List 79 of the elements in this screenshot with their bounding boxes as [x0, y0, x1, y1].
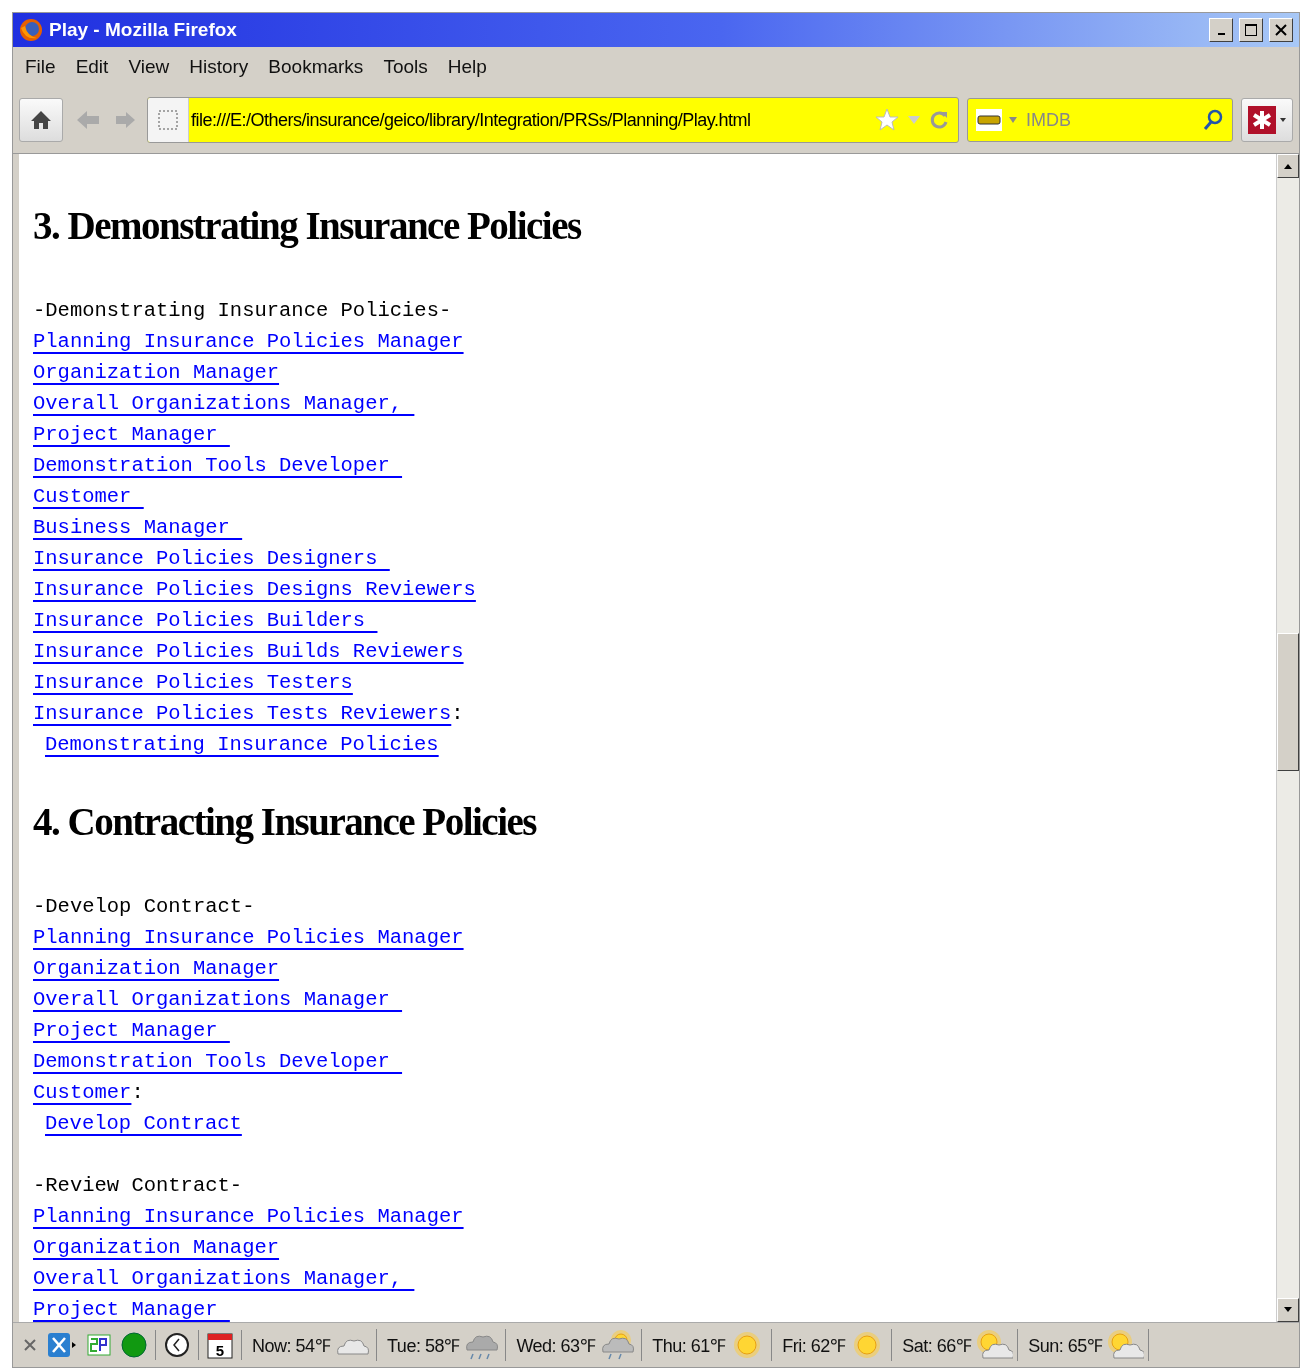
role-link[interactable]: Overall Organizations Manager, [33, 388, 415, 419]
action-link[interactable]: Develop Contract [45, 1108, 242, 1139]
group-title: -Demonstrating Insurance Policies- [33, 298, 452, 324]
role-link[interactable]: Organization Manager [33, 357, 280, 388]
dropdown-arrow-icon[interactable] [1008, 116, 1018, 124]
star-icon[interactable] [874, 107, 900, 133]
menu-item[interactable]: Bookmarks [260, 52, 372, 82]
maximize-button[interactable] [1239, 18, 1263, 42]
address-input[interactable]: file:///E:/Others/insurance/geico/library/Integration/PRSs/Planning/Play.html [189, 98, 874, 142]
role-link[interactable]: Project Manager [33, 1294, 230, 1322]
asterisk-logo-icon [1248, 106, 1276, 134]
colon-text: : [131, 1080, 144, 1106]
close-icon[interactable] [21, 1338, 39, 1352]
role-link[interactable]: Overall Organizations Manager [33, 984, 403, 1015]
minimize-button[interactable] [1209, 18, 1233, 42]
vertical-scrollbar[interactable] [1276, 154, 1299, 1322]
role-link[interactable]: Insurance Policies Designs Reviewers [33, 574, 476, 605]
close-icon [1274, 23, 1288, 37]
minimize-icon [1217, 33, 1225, 35]
role-link[interactable]: Business Manager [33, 512, 243, 543]
sun-cloud-icon [975, 1330, 1014, 1360]
role-link[interactable]: Project Manager [33, 1015, 230, 1046]
menu-item[interactable]: Edit [67, 52, 117, 82]
role-link[interactable]: Insurance Policies Tests Reviewers [33, 698, 452, 729]
forecast-text: Tue: 58℉ [387, 1335, 460, 1357]
forecast-text: Now: 54℉ [252, 1335, 331, 1357]
scroll-down-button[interactable] [1277, 1298, 1299, 1322]
role-link[interactable]: Customer [33, 1077, 132, 1108]
sun-cloud-icon [1106, 1330, 1145, 1360]
address-bar[interactable]: file:///E:/Others/insurance/geico/library/Integration/PRSs/Planning/Play.html [147, 97, 959, 143]
role-link[interactable]: Project Manager [33, 419, 230, 450]
close-button[interactable] [1269, 18, 1293, 42]
search-icon[interactable] [1202, 108, 1224, 132]
maximize-icon [1244, 23, 1258, 37]
clock-icon[interactable] [162, 1332, 192, 1358]
role-link[interactable]: Planning Insurance Policies Manager [33, 922, 464, 953]
menu-item[interactable]: Tools [375, 52, 436, 82]
extension-button[interactable] [1241, 98, 1293, 142]
forecast-text: Sat: 66℉ [902, 1335, 972, 1357]
role-link[interactable]: Insurance Policies Builders [33, 605, 378, 636]
caret-icon [1280, 117, 1286, 123]
scroll-thumb[interactable] [1277, 633, 1299, 771]
reload-icon[interactable] [928, 109, 950, 131]
group-title: -Review Contract- [33, 1173, 243, 1199]
role-link[interactable]: Planning Insurance Policies Manager [33, 1201, 464, 1232]
role-link[interactable]: Demonstration Tools Developer [33, 450, 403, 481]
firefox-logo-icon [19, 18, 43, 42]
scroll-up-button[interactable] [1277, 154, 1299, 178]
home-icon [29, 109, 53, 131]
up-arrow-icon [1283, 162, 1293, 170]
search-field[interactable]: IMDB [967, 98, 1233, 142]
home-button[interactable] [19, 98, 63, 142]
role-link[interactable]: Organization Manager [33, 953, 280, 984]
down-arrow-icon [1283, 1306, 1293, 1314]
forecast-text: Thu: 61℉ [652, 1335, 726, 1357]
forecast-text: Wed: 63℉ [516, 1335, 596, 1357]
calendar-icon[interactable]: 5 [205, 1331, 235, 1359]
forecast-text: Sun: 65℉ [1028, 1335, 1103, 1357]
menu-item[interactable]: Help [439, 52, 495, 82]
action-link[interactable]: Demonstrating Insurance Policies [45, 729, 439, 760]
role-link[interactable]: Insurance Policies Testers [33, 667, 353, 698]
menu-item[interactable]: View [120, 52, 178, 82]
group-title: -Develop Contract- [33, 894, 255, 920]
role-link[interactable]: Overall Organizations Manager, [33, 1263, 415, 1294]
forecast-text: Fri: 62℉ [782, 1335, 846, 1357]
search-input[interactable]: IMDB [1024, 99, 1196, 141]
window-title: Play - Mozilla Firefox [49, 19, 238, 41]
role-link[interactable]: Organization Manager [33, 1232, 280, 1263]
sp-icon[interactable] [85, 1334, 113, 1356]
role-link[interactable]: Planning Insurance Policies Manager [33, 326, 464, 357]
role-link[interactable]: Demonstration Tools Developer [33, 1046, 403, 1077]
imdb-logo-icon [976, 109, 1002, 131]
menu-item[interactable]: History [181, 52, 257, 82]
menu-item[interactable]: File [17, 52, 64, 82]
role-link[interactable]: Customer [33, 481, 144, 512]
role-link[interactable]: Insurance Policies Designers [33, 543, 390, 574]
site-identity-icon [157, 109, 179, 131]
colon-text: : [451, 701, 464, 727]
role-link[interactable]: Insurance Policies Builds Reviewers [33, 636, 464, 667]
